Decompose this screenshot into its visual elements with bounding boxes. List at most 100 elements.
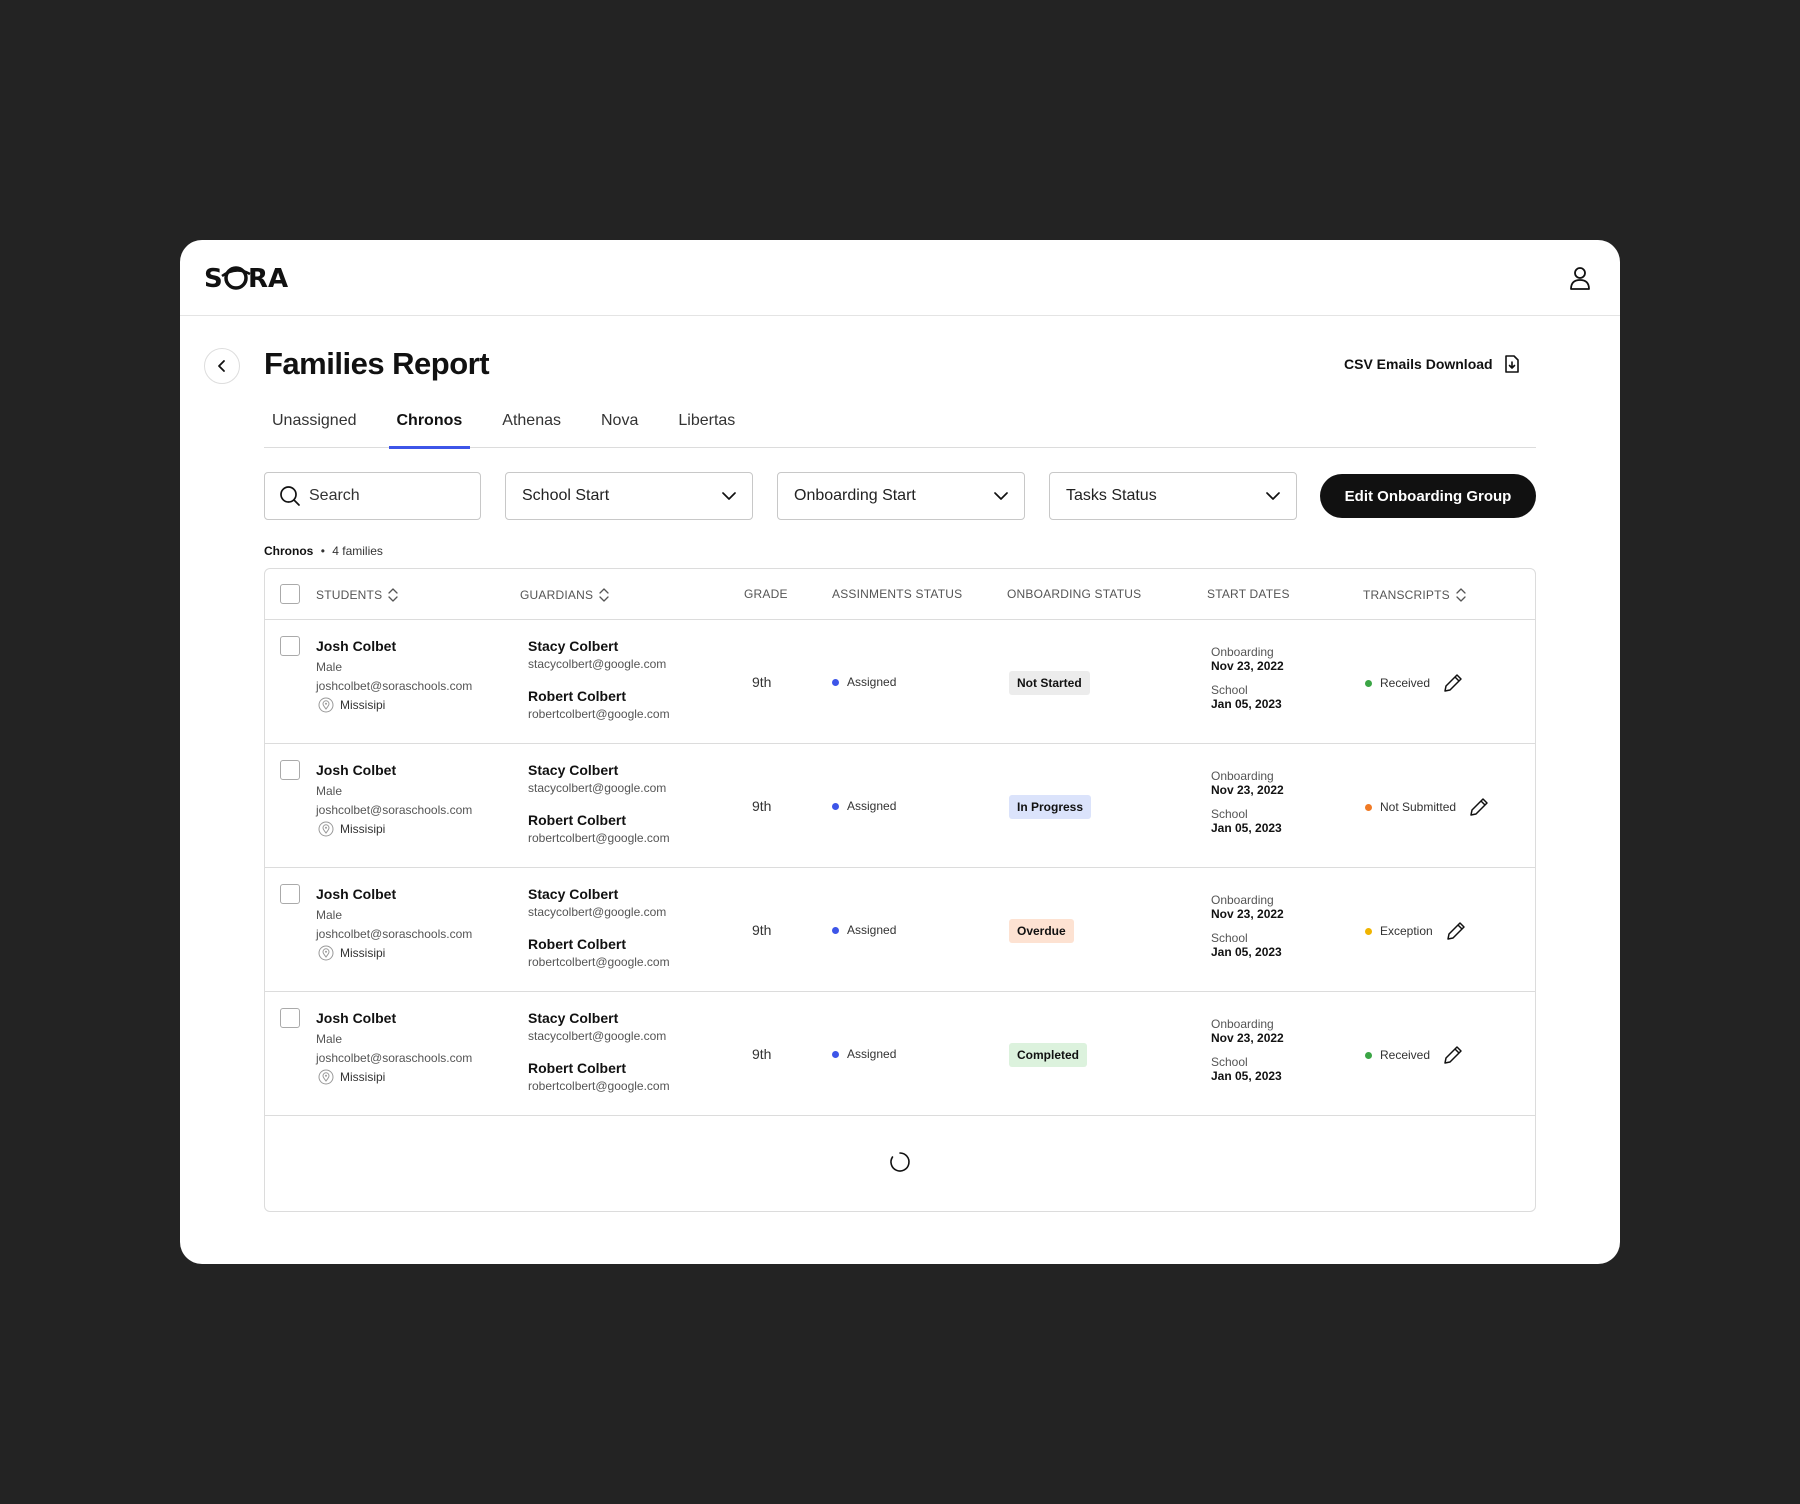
pencil-icon[interactable] bbox=[1442, 1044, 1464, 1066]
header-transcripts[interactable]: TRANSCRIPTS bbox=[1363, 587, 1466, 603]
header-students[interactable]: STUDENTS bbox=[316, 587, 398, 603]
edit-onboarding-group-button[interactable]: Edit Onboarding Group bbox=[1320, 474, 1536, 518]
student-name[interactable]: Josh Colbet bbox=[316, 638, 472, 654]
guardian-name: Robert Colbert bbox=[528, 936, 626, 952]
chevron-left-icon bbox=[218, 360, 225, 372]
grade-value: 9th bbox=[752, 674, 772, 690]
table-header: STUDENTS GUARDIANS GRADE ASSINMENTS STAT… bbox=[265, 569, 1535, 620]
onboarding-date: Nov 23, 2022 bbox=[1211, 1031, 1284, 1045]
caption-separator: • bbox=[320, 544, 325, 558]
tab-athenas[interactable]: Athenas bbox=[494, 400, 569, 448]
onboarding-date: Nov 23, 2022 bbox=[1211, 783, 1284, 797]
location-pin-icon bbox=[318, 945, 334, 961]
tab-bar: Unassigned Chronos Athenas Nova Libertas bbox=[264, 400, 1536, 449]
tasks-status-label: Tasks Status bbox=[1066, 487, 1157, 504]
header-guardians[interactable]: GUARDIANS bbox=[520, 587, 609, 603]
assignment-status: Assigned bbox=[832, 675, 896, 689]
header-transcripts-label: TRANSCRIPTS bbox=[1363, 588, 1450, 602]
onboarding-start-select[interactable]: Onboarding Start bbox=[777, 472, 1025, 520]
location-pin-icon bbox=[318, 1069, 334, 1085]
row-checkbox[interactable] bbox=[280, 636, 300, 656]
table-row[interactable]: Josh Colbet Male joshcolbet@soraschools.… bbox=[265, 992, 1535, 1116]
school-start-select[interactable]: School Start bbox=[505, 472, 753, 520]
select-all-checkbox[interactable] bbox=[280, 584, 300, 604]
sora-logo[interactable]: S RA bbox=[204, 262, 298, 294]
header-start-dates: START DATES bbox=[1207, 587, 1290, 601]
csv-download-label: CSV Emails Download bbox=[1344, 356, 1493, 372]
student-location: Missisipi bbox=[318, 697, 472, 713]
onboarding-date: Nov 23, 2022 bbox=[1211, 907, 1284, 921]
student-name[interactable]: Josh Colbet bbox=[316, 762, 472, 778]
onboarding-status-badge: Overdue bbox=[1009, 919, 1074, 943]
search-input[interactable] bbox=[309, 487, 459, 505]
guardian-name: Robert Colbert bbox=[528, 1060, 626, 1076]
chevron-down-icon bbox=[722, 492, 736, 500]
table-row[interactable]: Josh Colbet Male joshcolbet@soraschools.… bbox=[265, 620, 1535, 744]
tab-nova[interactable]: Nova bbox=[593, 400, 646, 448]
guardian-email: robertcolbert@google.com bbox=[528, 1079, 670, 1093]
student-email: joshcolbet@soraschools.com bbox=[316, 1051, 473, 1065]
assigned-dot-icon bbox=[832, 802, 839, 810]
school-date: Jan 05, 2023 bbox=[1211, 945, 1282, 959]
student-location: Missisipi bbox=[318, 945, 472, 961]
chevron-down-icon bbox=[994, 492, 1008, 500]
received-dot-icon bbox=[1365, 1051, 1372, 1059]
guardian-email: stacycolbert@google.com bbox=[528, 905, 667, 919]
header-guardians-label: GUARDIANS bbox=[520, 588, 594, 602]
onboarding-date-label: Onboarding bbox=[1211, 1017, 1274, 1031]
tab-libertas[interactable]: Libertas bbox=[670, 400, 743, 448]
school-date: Jan 05, 2023 bbox=[1211, 821, 1282, 835]
csv-emails-download-button[interactable]: CSV Emails Download bbox=[1344, 354, 1521, 374]
assignment-status: Assigned bbox=[832, 923, 896, 937]
tasks-status-select[interactable]: Tasks Status bbox=[1049, 472, 1297, 520]
chevron-down-icon bbox=[1266, 492, 1280, 500]
table-row[interactable]: Josh Colbet Male joshcolbet@soraschools.… bbox=[265, 744, 1535, 868]
transcript-status: Received bbox=[1365, 1044, 1464, 1066]
search-box[interactable] bbox=[264, 472, 481, 520]
student-name[interactable]: Josh Colbet bbox=[316, 1010, 472, 1026]
sora-logo-mark: S RA bbox=[204, 264, 288, 294]
student-location: Missisipi bbox=[318, 1069, 472, 1085]
user-icon[interactable] bbox=[1566, 264, 1594, 292]
onboarding-date: Nov 23, 2022 bbox=[1211, 659, 1284, 673]
pencil-icon[interactable] bbox=[1445, 920, 1467, 942]
onboarding-date-label: Onboarding bbox=[1211, 645, 1274, 659]
transcript-status: Received bbox=[1365, 672, 1464, 694]
assignment-status-label: Assigned bbox=[847, 923, 897, 937]
guardian-name: Robert Colbert bbox=[528, 688, 626, 704]
svg-text:RA: RA bbox=[248, 264, 288, 294]
guardian-email: robertcolbert@google.com bbox=[528, 955, 670, 969]
tab-chronos[interactable]: Chronos bbox=[388, 400, 471, 449]
assigned-dot-icon bbox=[832, 1050, 839, 1058]
transcript-status: Not Submitted bbox=[1365, 796, 1490, 818]
assignment-status-label: Assigned bbox=[847, 675, 897, 689]
assignment-status-label: Assigned bbox=[847, 1047, 897, 1061]
table-row[interactable]: Josh Colbet Male joshcolbet@soraschools.… bbox=[265, 868, 1535, 992]
student-location-label: Missisipi bbox=[340, 1070, 386, 1084]
tab-unassigned[interactable]: Unassigned bbox=[264, 400, 365, 448]
guardian-email: stacycolbert@google.com bbox=[528, 1029, 667, 1043]
grade-value: 9th bbox=[752, 798, 772, 814]
student-email: joshcolbet@soraschools.com bbox=[316, 803, 473, 817]
page-title: Families Report bbox=[264, 346, 490, 381]
row-checkbox[interactable] bbox=[280, 760, 300, 780]
student-email: joshcolbet@soraschools.com bbox=[316, 927, 473, 941]
header-onboarding-status: ONBOARDING STATUS bbox=[1007, 587, 1142, 601]
row-checkbox[interactable] bbox=[280, 1008, 300, 1028]
row-checkbox[interactable] bbox=[280, 884, 300, 904]
student-name[interactable]: Josh Colbet bbox=[316, 886, 472, 902]
assignment-status-label: Assigned bbox=[847, 799, 897, 813]
school-date-label: School bbox=[1211, 1055, 1248, 1069]
sort-icon bbox=[599, 588, 609, 602]
guardian-name: Stacy Colbert bbox=[528, 638, 619, 654]
student-location-label: Missisipi bbox=[340, 822, 386, 836]
download-file-icon bbox=[1504, 355, 1519, 373]
assigned-dot-icon bbox=[832, 926, 839, 934]
assignment-status: Assigned bbox=[832, 799, 896, 813]
location-pin-icon bbox=[318, 697, 334, 713]
pencil-icon[interactable] bbox=[1442, 672, 1464, 694]
families-table: STUDENTS GUARDIANS GRADE ASSINMENTS STAT… bbox=[264, 568, 1536, 1212]
search-icon bbox=[280, 486, 300, 506]
back-button[interactable] bbox=[204, 348, 240, 384]
pencil-icon[interactable] bbox=[1468, 796, 1490, 818]
